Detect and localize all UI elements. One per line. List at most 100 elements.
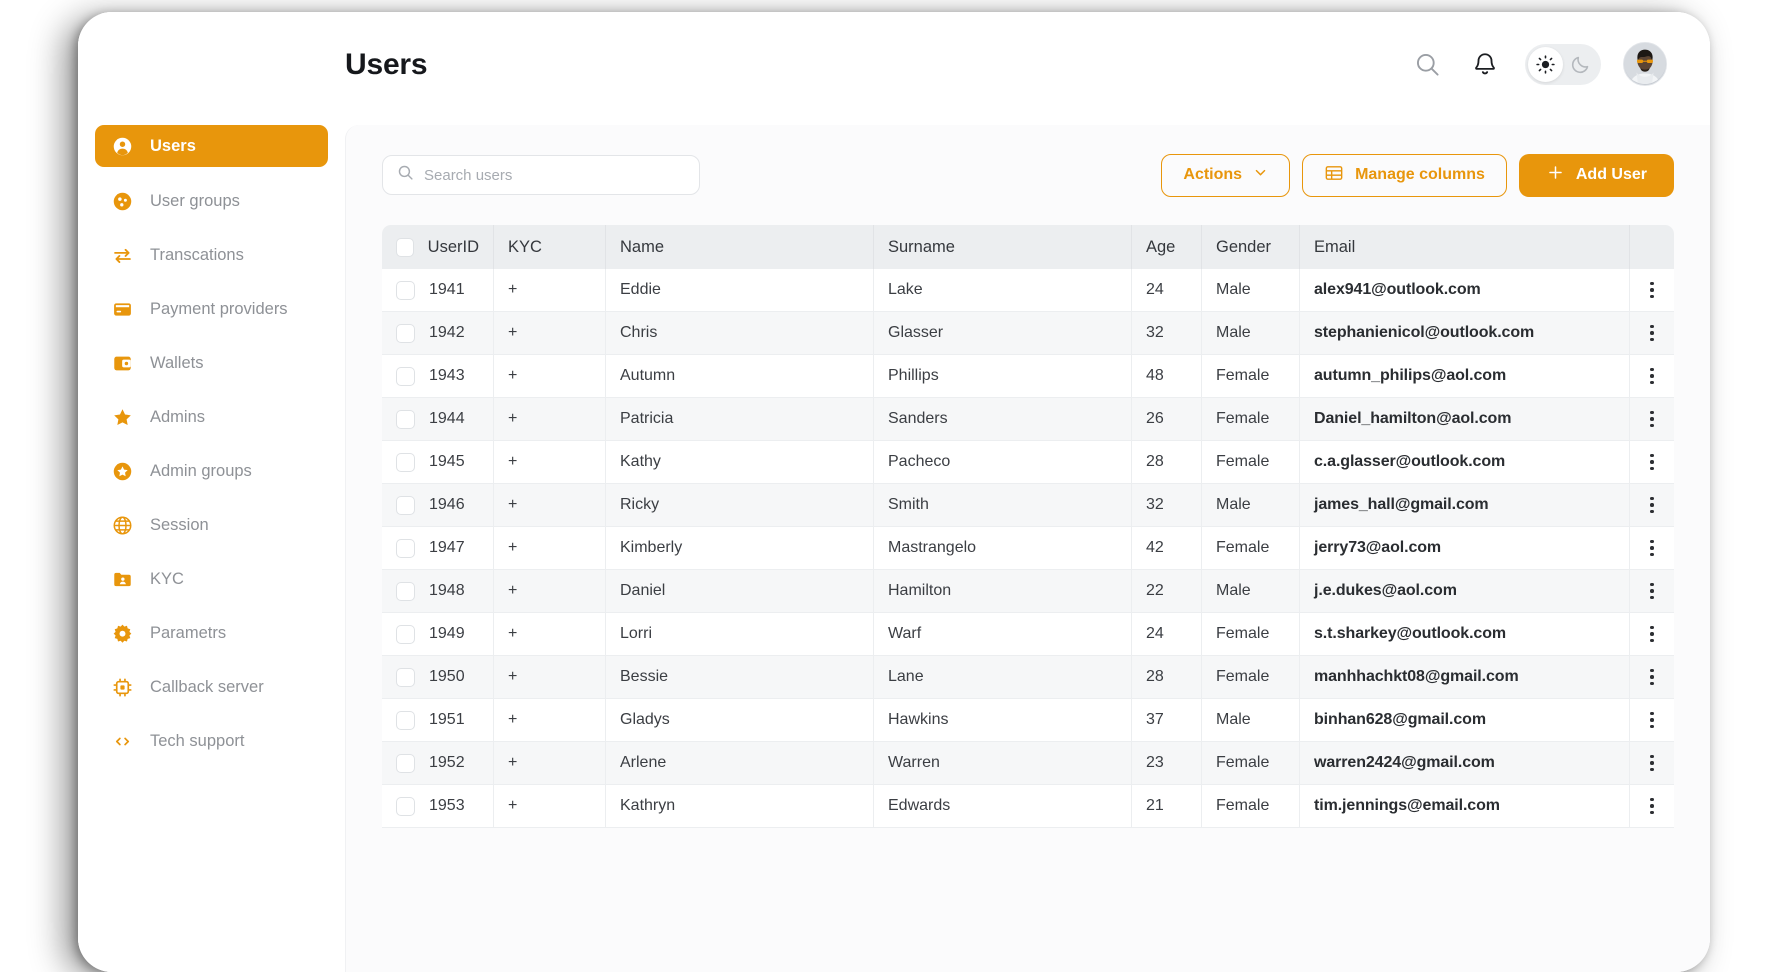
table-row[interactable]: 1941+EddieLake24Malealex941@outlook.com bbox=[382, 269, 1674, 312]
cell-surname: Hamilton bbox=[874, 570, 1132, 613]
table-row[interactable]: 1951+GladysHawkins37Malebinhan628@gmail.… bbox=[382, 699, 1674, 742]
manage-columns-button[interactable]: Manage columns bbox=[1302, 154, 1507, 197]
col-header-gender[interactable]: Gender bbox=[1202, 225, 1300, 269]
cell-actions[interactable] bbox=[1630, 398, 1674, 441]
search-icon[interactable] bbox=[1409, 46, 1445, 82]
sidebar-item-user-groups[interactable]: User groups bbox=[95, 181, 328, 221]
cell-actions[interactable] bbox=[1630, 742, 1674, 785]
kebab-menu-icon[interactable] bbox=[1644, 742, 1660, 784]
col-header-email[interactable]: Email bbox=[1300, 225, 1630, 269]
kebab-menu-icon[interactable] bbox=[1644, 441, 1660, 483]
sidebar-item-transcations[interactable]: Transcations bbox=[95, 235, 328, 275]
kebab-menu-icon[interactable] bbox=[1644, 699, 1660, 741]
kebab-menu-icon[interactable] bbox=[1644, 312, 1660, 354]
table-row[interactable]: 1950+BessieLane28Femalemanhhachkt08@gmai… bbox=[382, 656, 1674, 699]
row-checkbox[interactable] bbox=[396, 625, 415, 644]
row-checkbox[interactable] bbox=[396, 668, 415, 687]
cell-email: manhhachkt08@gmail.com bbox=[1300, 656, 1630, 699]
cell-gender: Female bbox=[1202, 613, 1300, 656]
row-checkbox[interactable] bbox=[396, 496, 415, 515]
table-row[interactable]: 1945+KathyPacheco28Femalec.a.glasser@out… bbox=[382, 441, 1674, 484]
table-row[interactable]: 1953+KathrynEdwards21Femaletim.jennings@… bbox=[382, 785, 1674, 828]
col-header-age[interactable]: Age bbox=[1132, 225, 1202, 269]
theme-toggle[interactable] bbox=[1525, 44, 1601, 85]
row-checkbox[interactable] bbox=[396, 453, 415, 472]
cell-actions[interactable] bbox=[1630, 785, 1674, 828]
col-header-kyc[interactable]: KYC bbox=[494, 225, 606, 269]
sidebar-item-parametrs[interactable]: Parametrs bbox=[95, 613, 328, 653]
row-checkbox[interactable] bbox=[396, 797, 415, 816]
kebab-menu-icon[interactable] bbox=[1644, 355, 1660, 397]
kebab-menu-icon[interactable] bbox=[1644, 613, 1660, 655]
search-users-box[interactable] bbox=[382, 155, 700, 195]
sun-icon[interactable] bbox=[1528, 47, 1563, 82]
kebab-menu-icon[interactable] bbox=[1644, 570, 1660, 612]
row-checkbox[interactable] bbox=[396, 367, 415, 386]
row-checkbox[interactable] bbox=[396, 582, 415, 601]
table-row[interactable]: 1952+ArleneWarren23Femalewarren2424@gmai… bbox=[382, 742, 1674, 785]
sidebar-item-users[interactable]: Users bbox=[95, 125, 328, 167]
cell-kyc: + bbox=[494, 312, 606, 355]
kebab-menu-icon[interactable] bbox=[1644, 527, 1660, 569]
table-row[interactable]: 1948+DanielHamilton22Malej.e.dukes@aol.c… bbox=[382, 570, 1674, 613]
cell-actions[interactable] bbox=[1630, 527, 1674, 570]
cell-actions[interactable] bbox=[1630, 441, 1674, 484]
cell-age: 24 bbox=[1132, 269, 1202, 312]
cell-email: stephanienicol@outlook.com bbox=[1300, 312, 1630, 355]
cell-actions[interactable] bbox=[1630, 613, 1674, 656]
users-table: UserID KYC Name Surname Age Gender Email bbox=[382, 225, 1674, 828]
col-header-name[interactable]: Name bbox=[606, 225, 874, 269]
cell-kyc: + bbox=[494, 355, 606, 398]
sidebar-item-label: Users bbox=[150, 137, 196, 156]
bell-icon[interactable] bbox=[1467, 46, 1503, 82]
row-checkbox[interactable] bbox=[396, 539, 415, 558]
actions-button[interactable]: Actions bbox=[1161, 154, 1290, 197]
search-input[interactable] bbox=[424, 167, 685, 184]
transfer-arrows-icon bbox=[111, 244, 133, 266]
select-all-checkbox[interactable] bbox=[396, 238, 414, 257]
kebab-menu-icon[interactable] bbox=[1644, 269, 1660, 311]
row-checkbox[interactable] bbox=[396, 281, 415, 300]
sidebar-item-session[interactable]: Session bbox=[95, 505, 328, 545]
table-row[interactable]: 1946+RickySmith32Malejames_hall@gmail.co… bbox=[382, 484, 1674, 527]
sidebar-item-admins[interactable]: Admins bbox=[95, 397, 328, 437]
sidebar-item-kyc[interactable]: KYC bbox=[95, 559, 328, 599]
table-row[interactable]: 1944+PatriciaSanders26FemaleDaniel_hamil… bbox=[382, 398, 1674, 441]
kebab-menu-icon[interactable] bbox=[1644, 656, 1660, 698]
table-row[interactable]: 1949+LorriWarf24Females.t.sharkey@outloo… bbox=[382, 613, 1674, 656]
row-checkbox[interactable] bbox=[396, 324, 415, 343]
cell-actions[interactable] bbox=[1630, 699, 1674, 742]
cell-surname: Warf bbox=[874, 613, 1132, 656]
kebab-menu-icon[interactable] bbox=[1644, 484, 1660, 526]
cell-actions[interactable] bbox=[1630, 312, 1674, 355]
cell-actions[interactable] bbox=[1630, 484, 1674, 527]
avatar[interactable] bbox=[1623, 42, 1667, 86]
col-header-surname[interactable]: Surname bbox=[874, 225, 1132, 269]
search-icon bbox=[397, 164, 414, 186]
row-checkbox[interactable] bbox=[396, 754, 415, 773]
table-row[interactable]: 1942+ChrisGlasser32Malestephanienicol@ou… bbox=[382, 312, 1674, 355]
users-table-container[interactable]: UserID KYC Name Surname Age Gender Email bbox=[382, 225, 1674, 972]
kebab-menu-icon[interactable] bbox=[1644, 785, 1660, 827]
sidebar-item-payment-providers[interactable]: Payment providers bbox=[95, 289, 328, 329]
moon-icon[interactable] bbox=[1563, 47, 1598, 82]
cell-actions[interactable] bbox=[1630, 269, 1674, 312]
cell-name: Ricky bbox=[606, 484, 874, 527]
cell-actions[interactable] bbox=[1630, 570, 1674, 613]
cell-actions[interactable] bbox=[1630, 656, 1674, 699]
cell-gender: Female bbox=[1202, 355, 1300, 398]
sidebar-item-admin-groups[interactable]: Admin groups bbox=[95, 451, 328, 491]
table-row[interactable]: 1943+AutumnPhillips48Femaleautumn_philip… bbox=[382, 355, 1674, 398]
table-row[interactable]: 1947+KimberlyMastrangelo42Femalejerry73@… bbox=[382, 527, 1674, 570]
row-checkbox[interactable] bbox=[396, 410, 415, 429]
sidebar-item-tech-support[interactable]: Tech support bbox=[95, 721, 328, 761]
sidebar-item-wallets[interactable]: Wallets bbox=[95, 343, 328, 383]
row-checkbox[interactable] bbox=[396, 711, 415, 730]
add-user-button[interactable]: Add User bbox=[1519, 154, 1674, 197]
cell-userid: 1949 bbox=[382, 613, 494, 656]
cell-actions[interactable] bbox=[1630, 355, 1674, 398]
kebab-menu-icon[interactable] bbox=[1644, 398, 1660, 440]
col-header-userid[interactable]: UserID bbox=[382, 225, 494, 269]
cell-surname: Lane bbox=[874, 656, 1132, 699]
sidebar-item-callback-server[interactable]: Callback server bbox=[95, 667, 328, 707]
